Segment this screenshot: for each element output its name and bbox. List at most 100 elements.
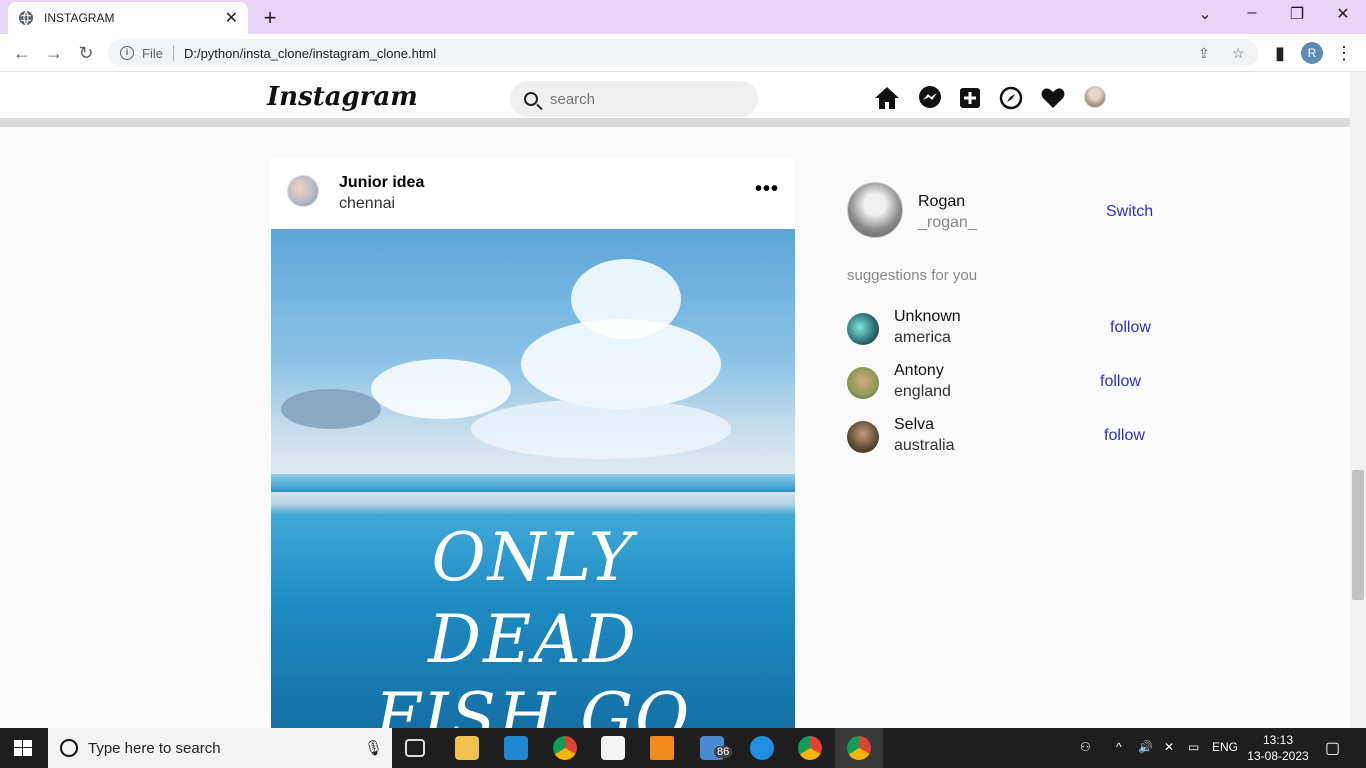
taskbar-search-placeholder: Type here to search (88, 739, 221, 757)
taskbar-search[interactable]: Type here to search 🎙 (48, 728, 392, 768)
back-icon[interactable]: ← (10, 41, 34, 65)
edge-icon[interactable] (750, 736, 774, 760)
suggestions-title: suggestions for you (847, 267, 978, 284)
url-text: D:/python/insta_clone/instagram_clone.ht… (183, 45, 437, 61)
image-text-line-3: FISH GO (374, 679, 692, 728)
follow-button[interactable]: follow (1110, 319, 1151, 337)
cloud-shape (471, 399, 731, 459)
chrome-profile-icon[interactable] (847, 736, 871, 760)
clock[interactable]: 13:13 13-08-2023 (1246, 732, 1310, 764)
post-image[interactable]: ONLY DEAD FISH GO (271, 229, 795, 728)
instagram-logo[interactable]: Instagram (267, 82, 418, 112)
vscode-icon[interactable] (504, 736, 528, 760)
suggestion-avatar[interactable] (847, 313, 879, 345)
scrollbar-thumb[interactable] (1352, 470, 1364, 600)
new-tab-icon[interactable]: + (258, 5, 282, 31)
post-location: chennai (339, 195, 396, 212)
search-input[interactable] (550, 90, 740, 108)
explore-icon[interactable] (998, 85, 1024, 111)
notification-icon[interactable]: ▢ (1325, 738, 1340, 758)
url-scheme-label: File (142, 45, 163, 61)
vlc-icon[interactable] (650, 736, 674, 760)
cloud-shape (521, 319, 721, 409)
clock-date: 13-08-2023 (1247, 749, 1309, 763)
water-surface (271, 474, 795, 492)
suggestion-name[interactable]: Unknown (894, 308, 961, 326)
minimize-icon[interactable]: – (1240, 4, 1264, 22)
tab-search-icon[interactable]: ⌄ (1193, 4, 1217, 24)
post-card: Junior idea chennai ••• ONLY DEAD FISH G… (271, 158, 795, 728)
people-icon[interactable]: ⚇ (1080, 740, 1091, 754)
mail-badge: 86 (714, 746, 733, 758)
post-header: Junior idea chennai ••• (271, 158, 795, 229)
address-toolbar: ← → ↻ i File D:/python/insta_clone/insta… (0, 34, 1366, 72)
image-text-line-1: ONLY (431, 519, 635, 596)
suggestion-item: Selva australia follow (847, 416, 1167, 464)
windows-taskbar: Type here to search 🎙 86 ⚇ ^ 🔊 ✕ ▭ ENG 1… (0, 728, 1366, 768)
switch-account-link[interactable]: Switch (1106, 203, 1153, 221)
suggestion-location: england (894, 383, 951, 400)
microphone-icon[interactable]: 🎙 (364, 739, 383, 757)
reload-icon[interactable]: ↻ (74, 41, 98, 65)
home-icon[interactable] (874, 85, 900, 111)
suggestion-item: Unknown america follow (847, 308, 1167, 356)
bookmark-star-icon[interactable]: ☆ (1232, 45, 1245, 62)
profile-avatar[interactable] (1084, 86, 1106, 108)
heart-icon[interactable] (1040, 85, 1066, 111)
suggestion-item: Antony england follow (847, 362, 1167, 410)
active-app-highlight[interactable] (835, 728, 883, 768)
more-options-icon[interactable]: ••• (755, 178, 779, 201)
follow-button[interactable]: follow (1104, 427, 1145, 445)
show-hidden-icons-icon[interactable]: ^ (1116, 740, 1122, 754)
cloud-shape (281, 389, 381, 429)
task-view-icon[interactable] (405, 739, 425, 757)
battery-icon[interactable]: ▭ (1188, 740, 1199, 754)
volume-icon[interactable]: 🔊 (1138, 740, 1153, 754)
windows-start-icon[interactable] (14, 740, 32, 756)
tab-close-icon[interactable]: ✕ (225, 8, 238, 28)
suggestion-avatar[interactable] (847, 367, 879, 399)
restore-icon[interactable]: ❐ (1285, 4, 1309, 24)
window-close-icon[interactable]: ✕ (1331, 4, 1355, 24)
post-username[interactable]: Junior idea (339, 174, 424, 192)
browser-tab[interactable]: INSTAGRAM ✕ (8, 2, 248, 34)
chrome-icon[interactable] (553, 736, 577, 760)
chrome-icon[interactable] (798, 736, 822, 760)
tab-title: INSTAGRAM (44, 11, 115, 25)
cortana-icon (60, 739, 78, 757)
side-panel-icon[interactable]: ▮ (1268, 41, 1292, 65)
divider (172, 45, 174, 61)
menu-kebab-icon[interactable]: ⋮ (1332, 41, 1356, 65)
add-post-icon[interactable] (957, 85, 983, 111)
image-text-line-2: DEAD (428, 601, 638, 678)
instagram-header: Instagram (0, 72, 1350, 127)
network-icon[interactable]: ✕ (1164, 740, 1174, 754)
suggestion-name[interactable]: Antony (894, 362, 944, 380)
my-name[interactable]: Rogan (918, 193, 965, 211)
post-author-avatar[interactable] (287, 175, 319, 207)
profile-avatar-button[interactable]: R (1301, 42, 1323, 64)
clock-time: 13:13 (1262, 733, 1294, 747)
follow-button[interactable]: follow (1100, 373, 1141, 391)
page-scrollbar[interactable] (1350, 72, 1366, 728)
search-box[interactable] (510, 81, 758, 117)
cloud-shape (371, 359, 511, 419)
suggestion-location: america (894, 329, 951, 346)
address-bar[interactable]: i File D:/python/insta_clone/instagram_c… (108, 39, 1258, 67)
info-icon[interactable]: i (120, 46, 134, 60)
store-icon[interactable] (601, 736, 625, 760)
forward-icon[interactable]: → (42, 41, 66, 65)
instagram-page: Instagram Junior idea chennai ••• ONLY D… (0, 72, 1350, 728)
suggestion-location: australia (894, 437, 955, 454)
browser-tab-strip: INSTAGRAM ✕ + ⌄ – ❐ ✕ (0, 0, 1366, 34)
suggestion-name[interactable]: Selva (894, 416, 934, 434)
share-icon[interactable]: ⇪ (1198, 45, 1210, 62)
language-indicator[interactable]: ENG (1212, 740, 1238, 754)
my-handle: _rogan_ (918, 214, 977, 231)
file-explorer-icon[interactable] (455, 736, 479, 760)
globe-icon (19, 10, 33, 26)
suggestion-avatar[interactable] (847, 421, 879, 453)
search-icon (524, 92, 538, 106)
messenger-icon[interactable] (917, 85, 943, 111)
my-avatar[interactable] (847, 182, 903, 238)
